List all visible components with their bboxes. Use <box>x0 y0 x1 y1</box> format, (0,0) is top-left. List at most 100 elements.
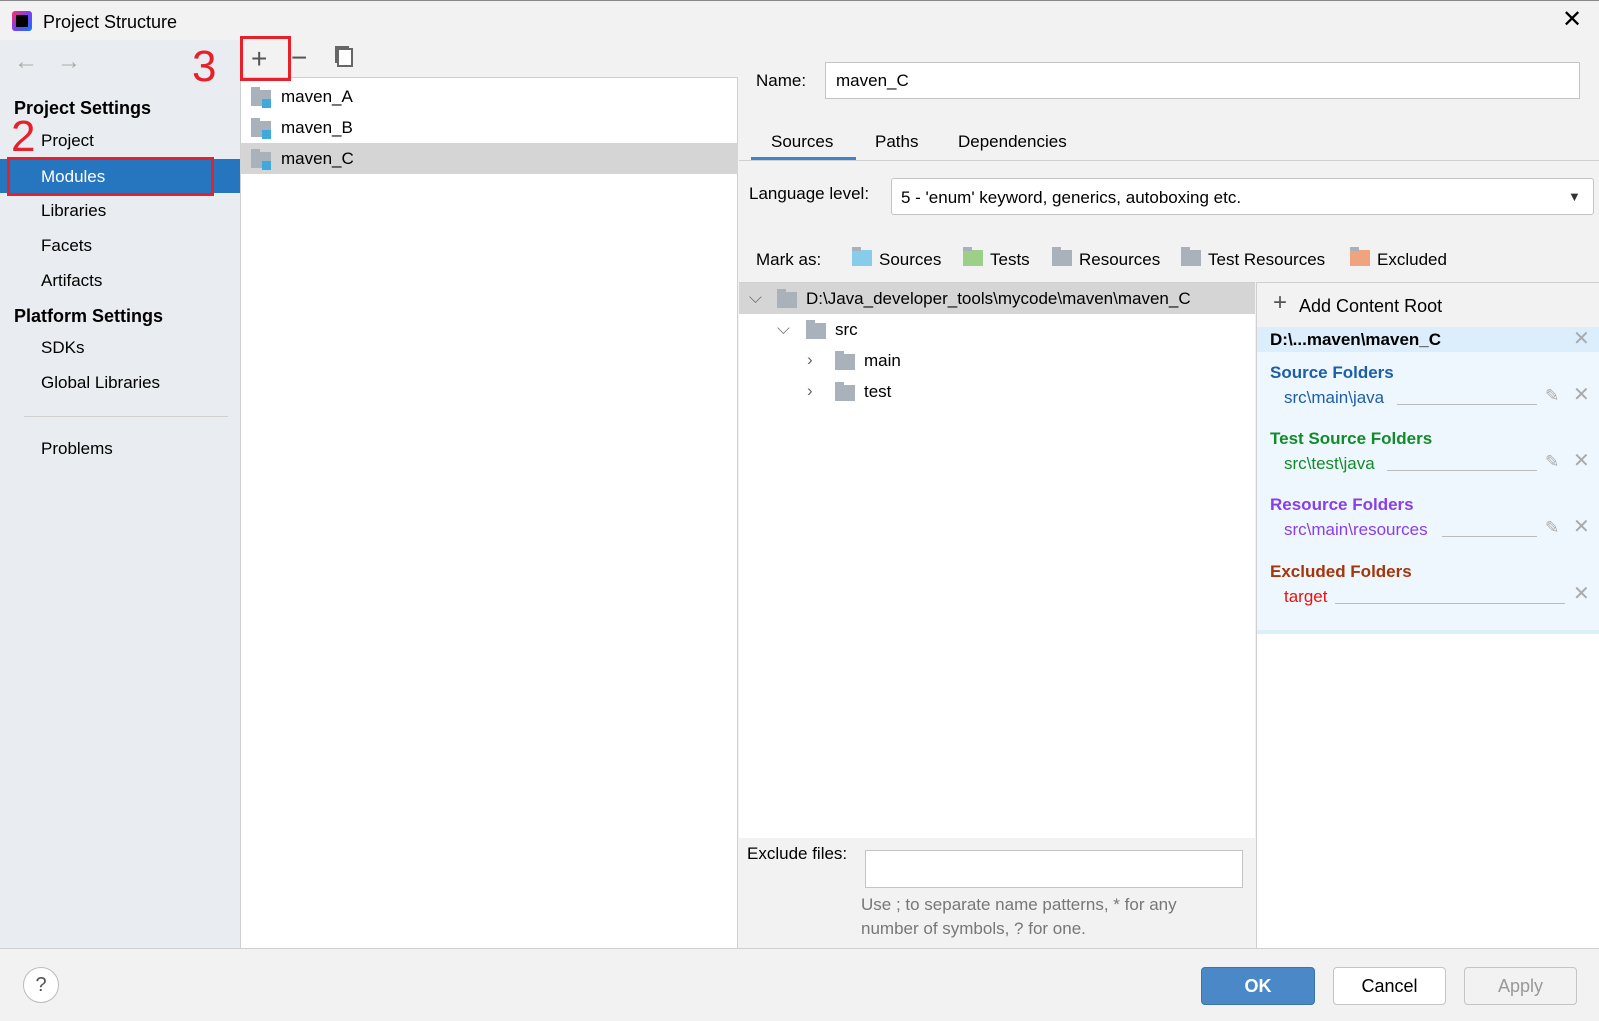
tree-row-root[interactable]: ⌵ D:\Java_developer_tools\mycode\maven\m… <box>739 283 1255 314</box>
tab-paths[interactable]: Paths <box>875 133 918 150</box>
chevron-down-icon[interactable]: ⌵ <box>749 289 762 306</box>
apply-label: Apply <box>1497 976 1544 996</box>
resources-folder-icon <box>1052 247 1072 266</box>
chevron-right-icon[interactable]: › <box>807 351 813 368</box>
sidebar-item-problems[interactable]: Problems <box>41 440 113 457</box>
test-resources-folder-icon <box>1181 247 1201 266</box>
mark-as-label-text: Sources <box>879 250 942 269</box>
close-icon[interactable]: ✕ <box>1573 329 1590 349</box>
tree-row-main[interactable]: › main <box>739 345 1255 376</box>
tree-label: main <box>864 351 901 370</box>
add-icon: + <box>1273 289 1288 316</box>
module-label: maven_B <box>281 118 353 137</box>
divider <box>24 416 228 417</box>
mark-as-label: Mark as: <box>756 250 822 269</box>
cancel-label: Cancel <box>1361 976 1418 996</box>
group-title: Excluded Folders <box>1270 562 1412 581</box>
content-root-panel: + Add Content Root D:\...maven\maven_C ✕… <box>1256 282 1599 948</box>
content-root-path: D:\...maven\maven_C <box>1270 330 1442 349</box>
module-label: maven_A <box>281 87 353 106</box>
modules-toolbar: + − <box>241 40 738 78</box>
edit-icon[interactable]: ✎ <box>1545 453 1559 470</box>
sidebar-item-project[interactable]: Project <box>41 132 94 149</box>
folder-icon <box>835 382 855 401</box>
folder-icon <box>777 289 797 308</box>
annotation-step-3: 3 <box>192 42 217 91</box>
tab-dependencies[interactable]: Dependencies <box>958 133 1067 150</box>
sidebar-item-libraries[interactable]: Libraries <box>41 202 106 219</box>
resource-folders-group: Resource Folders src\main\resources ✎ ✕ <box>1257 492 1599 552</box>
chevron-down-icon: ▼ <box>1568 189 1581 204</box>
edit-icon[interactable]: ✎ <box>1545 519 1559 536</box>
edit-icon[interactable]: ✎ <box>1545 387 1559 404</box>
folder-path: src\main\resources <box>1284 520 1428 539</box>
footer: ? OK Cancel Apply <box>0 948 1599 1021</box>
language-level-dropdown[interactable]: 5 - 'enum' keyword, generics, autoboxing… <box>891 178 1594 215</box>
chevron-right-icon[interactable]: › <box>807 382 813 399</box>
tree-row-src[interactable]: ⌵ src <box>739 314 1255 345</box>
tab-sources[interactable]: Sources <box>771 133 833 150</box>
annotation-box-modules <box>7 157 214 196</box>
content-root-header: D:\...maven\maven_C ✕ <box>1257 327 1599 352</box>
language-level-label: Language level: <box>749 184 870 203</box>
tree-label: src <box>835 320 858 339</box>
folder-icon <box>835 351 855 370</box>
sidebar-item-global-libraries[interactable]: Global Libraries <box>41 374 160 391</box>
sidebar-item-facets[interactable]: Facets <box>41 237 92 254</box>
name-value: maven_C <box>836 71 909 90</box>
sidebar-item-sdks[interactable]: SDKs <box>41 339 84 356</box>
close-icon[interactable]: ✕ <box>1562 8 1582 32</box>
mark-as-label-text: Test Resources <box>1208 250 1326 269</box>
close-icon[interactable]: ✕ <box>1573 385 1590 405</box>
group-title: Resource Folders <box>1270 495 1414 514</box>
modules-pane: + − maven_A maven_B maven_C <box>241 40 738 948</box>
module-item-maven-a[interactable]: maven_A <box>241 81 738 112</box>
language-level-value: 5 - 'enum' keyword, generics, autoboxing… <box>901 188 1242 207</box>
module-item-maven-b[interactable]: maven_B <box>241 112 738 143</box>
help-button[interactable]: ? <box>23 967 59 1003</box>
tree-row-test[interactable]: › test <box>739 376 1255 407</box>
tests-folder-icon <box>963 247 983 266</box>
forward-arrow-icon[interactable]: → <box>57 50 81 74</box>
test-source-folders-group: Test Source Folders src\test\java ✎ ✕ <box>1257 426 1599 486</box>
mark-as-label-text: Resources <box>1079 250 1161 269</box>
group-title: Test Source Folders <box>1270 429 1433 448</box>
add-content-root-label: Add Content Root <box>1299 296 1443 316</box>
group-title: Source Folders <box>1270 363 1394 382</box>
exclude-hint-line-1: Use ; to separate name patterns, * for a… <box>861 895 1177 914</box>
folder-path: target <box>1284 587 1328 606</box>
module-label: maven_C <box>281 149 354 168</box>
window-title: Project Structure <box>43 12 178 32</box>
tree-label: D:\Java_developer_tools\mycode\maven\mav… <box>806 289 1191 308</box>
close-icon[interactable]: ✕ <box>1573 584 1590 604</box>
module-item-maven-c[interactable]: maven_C <box>241 143 738 174</box>
exclude-files-input[interactable] <box>865 850 1243 888</box>
remove-icon[interactable]: − <box>291 44 307 72</box>
copy-icon[interactable] <box>337 48 353 67</box>
close-icon[interactable]: ✕ <box>1573 451 1590 471</box>
tree-label: test <box>864 382 892 401</box>
excluded-folder-icon <box>1350 247 1370 266</box>
platform-settings-heading: Platform Settings <box>14 306 164 326</box>
folder-path: src\main\java <box>1284 388 1385 407</box>
sidebar-item-artifacts[interactable]: Artifacts <box>41 272 102 289</box>
cancel-button[interactable]: Cancel <box>1333 967 1446 1005</box>
content-root-body: D:\...maven\maven_C ✕ Source Folders src… <box>1257 327 1599 634</box>
ok-button[interactable]: OK <box>1201 967 1315 1005</box>
mark-as-label-text: Tests <box>990 250 1030 269</box>
exclude-hint-line-2: number of symbols, ? for one. <box>861 919 1086 938</box>
title-bar: Project Structure ✕ <box>0 0 1599 40</box>
name-input[interactable]: maven_C <box>825 62 1580 99</box>
folder-path: src\test\java <box>1284 454 1375 473</box>
apply-button[interactable]: Apply <box>1464 967 1577 1005</box>
exclude-files-label: Exclude files: <box>747 844 848 863</box>
close-icon[interactable]: ✕ <box>1573 517 1590 537</box>
mark-as-label-text: Excluded <box>1377 250 1447 269</box>
add-content-root-button[interactable]: + Add Content Root <box>1257 283 1599 327</box>
back-arrow-icon[interactable]: ← <box>14 50 38 74</box>
help-icon: ? <box>35 974 47 996</box>
folder-icon <box>806 320 826 339</box>
intellij-logo-icon <box>12 11 32 31</box>
chevron-down-icon[interactable]: ⌵ <box>777 320 790 337</box>
sources-folder-icon <box>852 247 872 266</box>
